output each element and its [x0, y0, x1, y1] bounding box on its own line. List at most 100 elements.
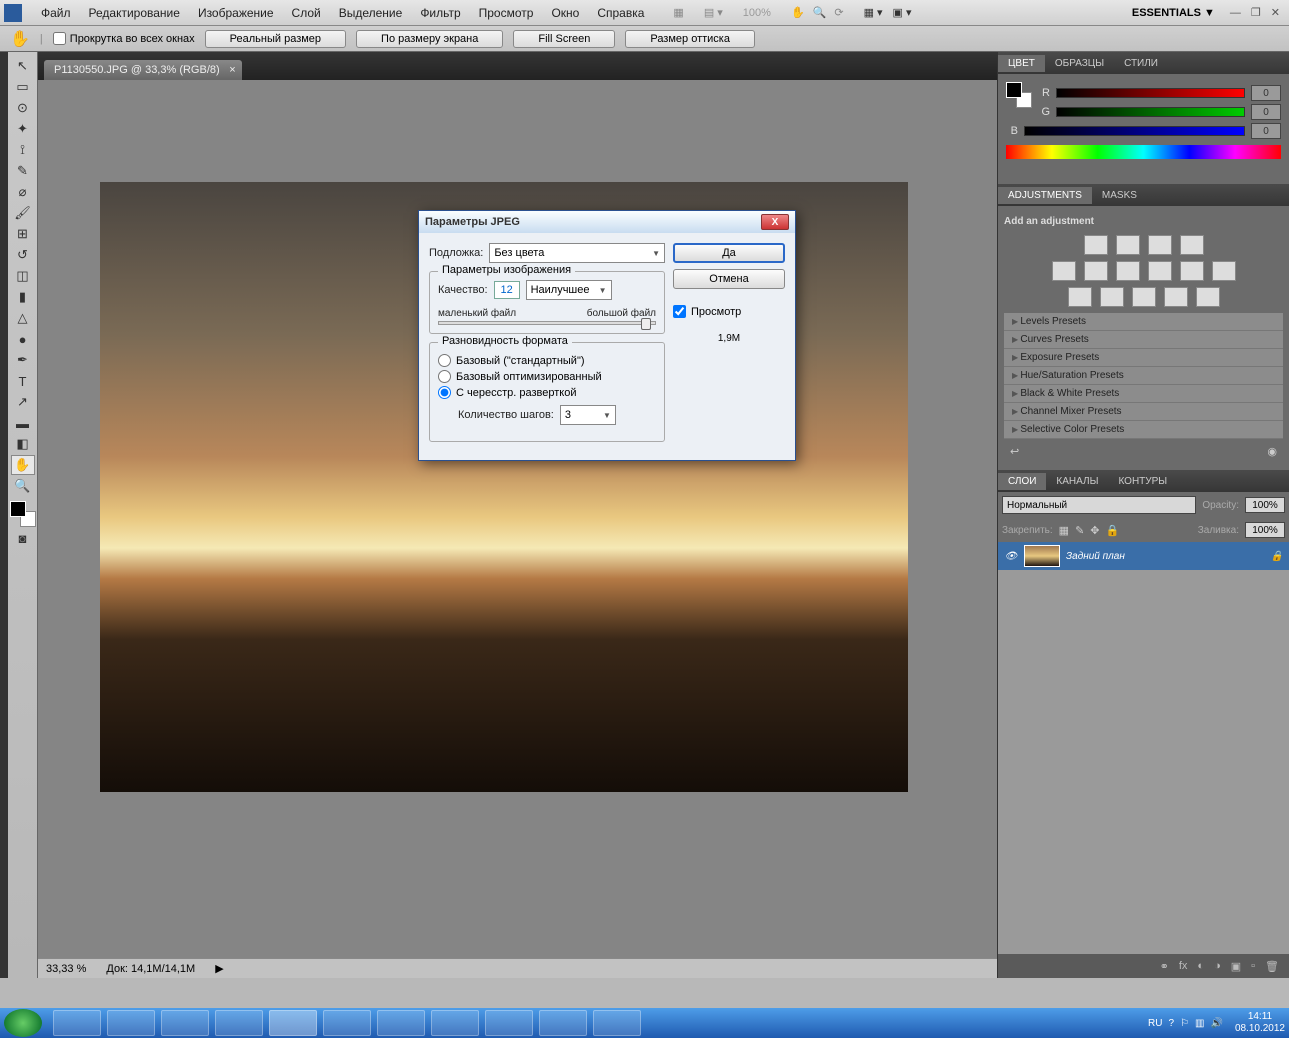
tab-paths[interactable]: КОНТУРЫ	[1108, 473, 1177, 490]
zoom-tool-icon[interactable]: 🔍	[813, 6, 827, 19]
photo-filter-icon[interactable]	[1180, 261, 1204, 281]
zoom-level[interactable]: 100%	[743, 7, 771, 19]
blend-mode-select[interactable]: Нормальный	[1002, 496, 1196, 514]
minimize-icon[interactable]: —	[1230, 7, 1241, 19]
g-slider[interactable]	[1056, 107, 1245, 117]
link-icon[interactable]: ⚭	[1160, 960, 1169, 973]
preset-levels[interactable]: Levels Presets	[1004, 313, 1283, 331]
crop-tool[interactable]: ⟟	[11, 140, 35, 160]
blur-tool[interactable]: △	[11, 308, 35, 328]
quality-input[interactable]	[494, 281, 520, 299]
arrange-icon[interactable]: ▦ ▾	[864, 6, 883, 19]
task-app2[interactable]	[323, 1010, 371, 1036]
menu-layer[interactable]: Слой	[292, 6, 321, 20]
radio-progressive[interactable]: С чересстр. разверткой	[438, 386, 656, 399]
lock-position-icon[interactable]: ✎	[1075, 524, 1084, 537]
layout-icon[interactable]: ▤ ▾	[704, 6, 723, 19]
eraser-tool[interactable]: ◫	[11, 266, 35, 286]
start-button[interactable]	[4, 1009, 42, 1037]
eyedropper-tool[interactable]: ✎	[11, 161, 35, 181]
tab-styles[interactable]: СТИЛИ	[1114, 55, 1168, 72]
dodge-tool[interactable]: ●	[11, 329, 35, 349]
fill-value[interactable]: 100%	[1245, 522, 1285, 538]
tab-masks[interactable]: MASKS	[1092, 187, 1147, 204]
lock-move-icon[interactable]: ✥	[1090, 524, 1099, 537]
brightness-icon[interactable]	[1084, 235, 1108, 255]
menu-view[interactable]: Просмотр	[479, 6, 534, 20]
task-yandex[interactable]	[431, 1010, 479, 1036]
tab-close-icon[interactable]: ×	[229, 64, 235, 76]
tray-network-icon[interactable]: ▥	[1195, 1018, 1204, 1029]
lang-indicator[interactable]: RU	[1148, 1018, 1162, 1029]
levels-icon[interactable]	[1116, 235, 1140, 255]
preset-hue[interactable]: Hue/Saturation Presets	[1004, 367, 1283, 385]
close-icon[interactable]: ✕	[1271, 6, 1280, 19]
group-icon[interactable]: ▣	[1231, 960, 1241, 973]
preset-bw[interactable]: Black & White Presets	[1004, 385, 1283, 403]
tray-action-icon[interactable]: ⚐	[1180, 1018, 1189, 1029]
matte-select[interactable]: Без цвета	[489, 243, 665, 263]
bw-icon[interactable]	[1148, 261, 1172, 281]
tray-volume-icon[interactable]: 🔊	[1210, 1018, 1222, 1029]
doc-size-readout[interactable]: Док: 14,1M/14,1M	[106, 963, 195, 975]
scans-select[interactable]: 3	[560, 405, 616, 425]
menu-help[interactable]: Справка	[597, 6, 644, 20]
tab-layers[interactable]: СЛОИ	[998, 473, 1046, 490]
lock-all-icon[interactable]: 🔒	[1106, 524, 1120, 537]
invert-icon[interactable]	[1068, 287, 1092, 307]
document-tab[interactable]: P1130550.JPG @ 33,3% (RGB/8) ×	[44, 60, 242, 80]
radio-optimized[interactable]: Базовый оптимизированный	[438, 370, 656, 383]
heal-tool[interactable]: ⌀	[11, 182, 35, 202]
adjustment-layer-icon[interactable]: ◑	[1214, 960, 1221, 972]
radio-baseline[interactable]: Базовый ("стандартный")	[438, 354, 656, 367]
menu-image[interactable]: Изображение	[198, 6, 274, 20]
posterize-icon[interactable]	[1100, 287, 1124, 307]
mask-icon[interactable]: ◐	[1197, 960, 1204, 972]
fx-icon[interactable]: fx	[1179, 960, 1188, 972]
task-ie[interactable]	[53, 1010, 101, 1036]
threshold-icon[interactable]	[1132, 287, 1156, 307]
pen-tool[interactable]: ✒	[11, 350, 35, 370]
task-app1[interactable]	[215, 1010, 263, 1036]
channel-mixer-icon[interactable]	[1212, 261, 1236, 281]
print-size-button[interactable]: Размер оттиска	[625, 30, 755, 48]
opacity-value[interactable]: 100%	[1245, 497, 1285, 513]
menu-file[interactable]: Файл	[41, 6, 71, 20]
quality-select[interactable]: Наилучшее	[526, 280, 612, 300]
stamp-tool[interactable]: ⊞	[11, 224, 35, 244]
hand-tool[interactable]: ✋	[11, 455, 35, 475]
restore-icon[interactable]: ❐	[1251, 6, 1261, 19]
actual-pixels-button[interactable]: Реальный размер	[205, 30, 346, 48]
gradient-map-icon[interactable]	[1164, 287, 1188, 307]
preset-curves[interactable]: Curves Presets	[1004, 331, 1283, 349]
status-arrow-icon[interactable]: ▶	[215, 962, 223, 975]
preset-exposure[interactable]: Exposure Presets	[1004, 349, 1283, 367]
r-value[interactable]: 0	[1251, 85, 1281, 101]
cancel-button[interactable]: Отмена	[673, 269, 785, 289]
menu-window[interactable]: Окно	[551, 6, 579, 20]
new-layer-icon[interactable]: ▫	[1251, 960, 1255, 972]
zoom-tool[interactable]: 🔍	[11, 476, 35, 496]
type-tool[interactable]: T	[11, 371, 35, 391]
task-chrome[interactable]	[485, 1010, 533, 1036]
history-brush-tool[interactable]: ↺	[11, 245, 35, 265]
zoom-readout[interactable]: 33,33 %	[46, 963, 86, 975]
preset-selective-color[interactable]: Selective Color Presets	[1004, 421, 1283, 439]
curves-icon[interactable]	[1148, 235, 1172, 255]
rotate-icon[interactable]: ⟳	[834, 6, 843, 19]
dock-edge[interactable]	[0, 52, 8, 978]
menu-filter[interactable]: Фильтр	[420, 6, 460, 20]
tab-swatches[interactable]: ОБРАЗЦЫ	[1045, 55, 1114, 72]
task-media[interactable]	[161, 1010, 209, 1036]
marquee-tool[interactable]: ▭	[11, 77, 35, 97]
layer-thumbnail[interactable]	[1024, 545, 1060, 567]
spectrum-bar[interactable]	[1006, 145, 1281, 159]
fill-screen-button[interactable]: Fill Screen	[513, 30, 615, 48]
hand-tool-icon[interactable]: ✋	[791, 6, 805, 19]
preview-check[interactable]: Просмотр	[673, 305, 785, 318]
delete-icon[interactable]: 🗑	[1265, 960, 1279, 973]
b-slider[interactable]	[1024, 126, 1245, 136]
3d-tool[interactable]: ◧	[11, 434, 35, 454]
hue-icon[interactable]	[1084, 261, 1108, 281]
menu-select[interactable]: Выделение	[339, 6, 403, 20]
